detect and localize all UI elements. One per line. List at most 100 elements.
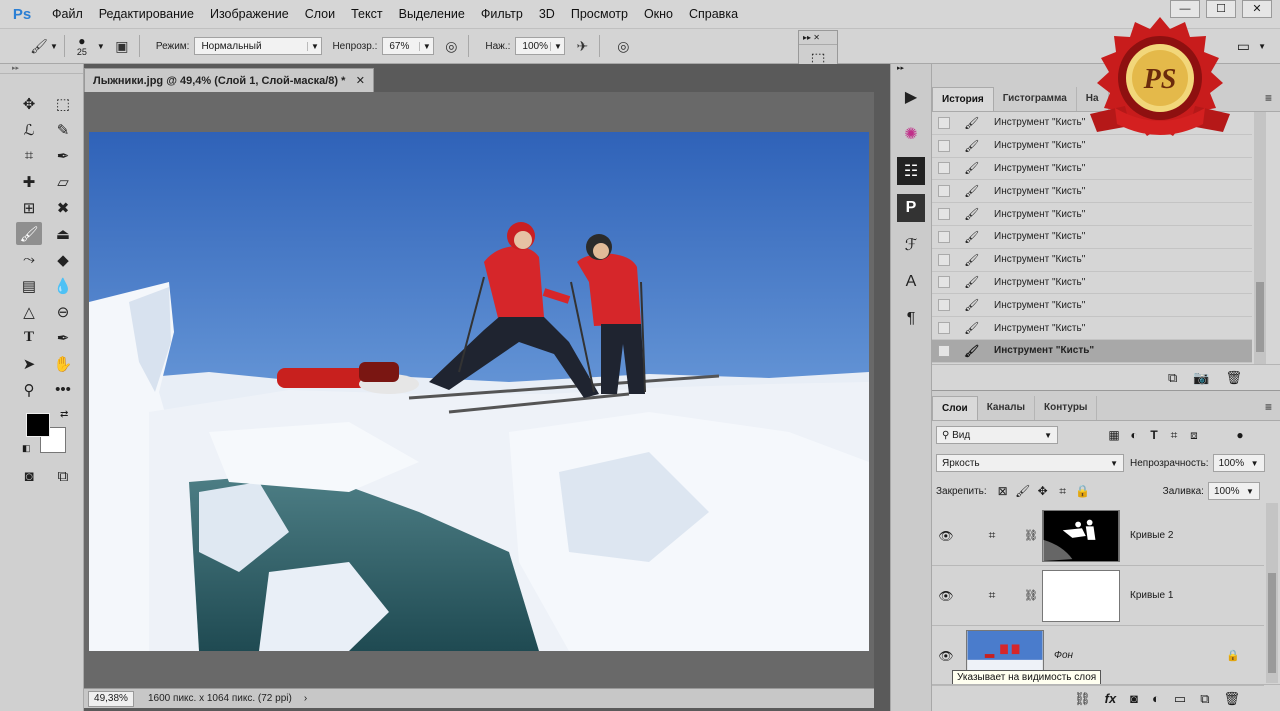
- opacity-field[interactable]: 67% ▼: [382, 37, 435, 55]
- new-adjustment-layer-icon[interactable]: ◐: [1152, 691, 1160, 706]
- brush-size-picker[interactable]: ● 25: [71, 35, 93, 57]
- history-snapshot-checkbox[interactable]: [938, 208, 950, 221]
- pressure-size-icon[interactable]: ◎: [612, 35, 634, 57]
- curves-adjustment-icon[interactable]: ⌗: [980, 588, 1004, 603]
- menu-image[interactable]: Изображение: [202, 0, 297, 28]
- gradient-tool-icon[interactable]: ▤: [16, 274, 42, 297]
- eye-visibility-icon[interactable]: 👁: [932, 649, 960, 663]
- layer-filter-select[interactable]: ⚲ Вид ▼: [936, 426, 1058, 444]
- history-brush-tool-icon[interactable]: ⤳: [16, 248, 42, 271]
- brush-panel-toggle-icon[interactable]: ▣: [111, 35, 133, 57]
- pen-tool-icon[interactable]: ✒: [50, 326, 76, 349]
- document-tab[interactable]: Лыжники.jpg @ 49,4% (Слой 1, Слой-маска/…: [84, 68, 374, 92]
- layer-row[interactable]: 👁 ⌗ ⛓ Кривые 1: [932, 566, 1264, 626]
- tab-history[interactable]: История: [932, 87, 994, 111]
- zoom-level-field[interactable]: 49,38%: [88, 690, 134, 707]
- menu-file[interactable]: Файл: [44, 0, 91, 28]
- menu-filter[interactable]: Фильтр: [473, 0, 531, 28]
- new-document-from-state-icon[interactable]: ⧉: [1168, 370, 1177, 386]
- quick-select-tool-icon[interactable]: ✎: [50, 118, 76, 141]
- lock-artboard-icon[interactable]: ⌗: [1053, 484, 1073, 499]
- play-actions-icon[interactable]: ▶: [897, 83, 925, 111]
- layers-scrollbar[interactable]: [1266, 503, 1278, 683]
- history-scrollbar[interactable]: [1254, 112, 1266, 364]
- history-step[interactable]: 🖌 Инструмент "Кисть": [932, 203, 1252, 226]
- history-snapshot-checkbox[interactable]: [938, 276, 950, 289]
- zoom-tool-icon[interactable]: ⚲: [16, 378, 42, 401]
- character-icon[interactable]: A: [897, 268, 925, 296]
- link-layers-icon[interactable]: ⛓: [1074, 691, 1091, 707]
- menu-3d[interactable]: 3D: [531, 0, 563, 28]
- marquee-tool-icon[interactable]: ⬚: [50, 92, 76, 115]
- trash-icon[interactable]: 🗑: [1225, 370, 1242, 386]
- panel-menu-icon[interactable]: ≡: [1265, 91, 1272, 105]
- camera-snapshot-icon[interactable]: 📷: [1193, 370, 1209, 386]
- layer-opacity-field[interactable]: 100% ▼: [1212, 454, 1265, 472]
- menu-window[interactable]: Окно: [636, 0, 681, 28]
- filter-smart-object-icon[interactable]: ⧈: [1184, 428, 1204, 443]
- lock-all-icon[interactable]: 🔒: [1073, 484, 1093, 498]
- sharpen-tool-icon[interactable]: △: [16, 300, 42, 323]
- layer-mask-thumbnail[interactable]: [1042, 569, 1120, 622]
- layer-row[interactable]: 👁 ⌗ ⛓ Кривые 2: [932, 506, 1264, 566]
- history-step[interactable]: 🖌 Инструмент "Кисть": [932, 249, 1252, 272]
- menu-type[interactable]: Текст: [343, 0, 390, 28]
- color-swatches[interactable]: ⇄ ◧: [22, 409, 70, 457]
- lock-position-icon[interactable]: ✥: [1033, 484, 1053, 498]
- tab-channels[interactable]: Каналы: [978, 396, 1035, 420]
- brush-tool-icon[interactable]: 🖌: [16, 222, 42, 245]
- lasso-tool-icon[interactable]: ℒ: [16, 118, 42, 141]
- history-step[interactable]: 🖌 Инструмент "Кисть": [932, 226, 1252, 249]
- lock-transparency-icon[interactable]: ⊠: [993, 484, 1013, 498]
- lock-image-icon[interactable]: 🖌: [1013, 484, 1033, 498]
- history-step[interactable]: 🖌 Инструмент "Кисть": [932, 317, 1252, 340]
- airbrush-icon[interactable]: ✈: [571, 35, 593, 57]
- panel-menu-icon[interactable]: ≡: [1265, 400, 1272, 414]
- hand-tool-icon[interactable]: ✋: [50, 352, 76, 375]
- eraser-tool-icon[interactable]: ◆: [50, 248, 76, 271]
- history-snapshot-checkbox[interactable]: [938, 344, 950, 357]
- workspace-switcher-icon[interactable]: ▭: [1237, 38, 1250, 55]
- flow-field[interactable]: 100% ▼: [515, 37, 566, 55]
- new-group-folder-icon[interactable]: ▭: [1174, 691, 1186, 707]
- history-snapshot-checkbox[interactable]: [938, 322, 950, 335]
- history-step[interactable]: 🖌 Инструмент "Кисть": [932, 272, 1252, 295]
- more-tools-icon[interactable]: •••: [50, 378, 76, 401]
- history-snapshot-checkbox[interactable]: [938, 299, 950, 312]
- panel-grip[interactable]: ▸▸: [0, 64, 83, 74]
- brush-tool-preset-icon[interactable]: 🖌: [28, 35, 50, 57]
- dodge-tool-icon[interactable]: ⊖: [50, 300, 76, 323]
- paragraph-style-icon[interactable]: P: [897, 194, 925, 222]
- filter-toggle-icon[interactable]: ●: [1230, 428, 1250, 442]
- default-colors-icon[interactable]: ◧: [22, 443, 31, 454]
- tab-paths[interactable]: Контуры: [1035, 396, 1098, 420]
- eye-visibility-icon[interactable]: 👁: [932, 589, 960, 603]
- history-snapshot-checkbox[interactable]: [938, 139, 950, 152]
- close-icon[interactable]: ✕: [356, 74, 365, 87]
- content-aware-tool-icon[interactable]: ⊞: [16, 196, 42, 219]
- menu-layers[interactable]: Слои: [297, 0, 343, 28]
- type-tool-icon[interactable]: T: [16, 326, 42, 349]
- swap-colors-icon[interactable]: ⇄: [60, 409, 68, 420]
- curves-adjustment-icon[interactable]: ⌗: [980, 528, 1004, 543]
- status-menu-arrow-icon[interactable]: ›: [304, 693, 307, 704]
- clone-stamp-tool-icon[interactable]: ⏏: [50, 222, 76, 245]
- panel-grip[interactable]: ▸▸: [891, 64, 931, 74]
- screen-mode-icon[interactable]: ⧉: [50, 465, 76, 488]
- eyedropper-tool-icon[interactable]: ✒: [50, 144, 76, 167]
- trash-icon[interactable]: 🗑: [1223, 691, 1240, 707]
- crop-tool-icon[interactable]: ⌗: [16, 144, 42, 167]
- move-tool-icon[interactable]: ✥: [16, 92, 42, 115]
- add-mask-icon[interactable]: ◙: [1130, 691, 1138, 706]
- photo-image[interactable]: [89, 132, 869, 651]
- blur-tool-icon[interactable]: 💧: [50, 274, 76, 297]
- chevron-down-icon[interactable]: ▼: [50, 42, 58, 51]
- scrollbar-thumb[interactable]: [1268, 573, 1276, 673]
- adjustments-icon[interactable]: ☷: [897, 157, 925, 185]
- history-snapshot-checkbox[interactable]: [938, 185, 950, 198]
- filter-type-icon[interactable]: T: [1144, 428, 1164, 442]
- spot-healing-tool-icon[interactable]: ✚: [16, 170, 42, 193]
- mode-select[interactable]: Нормальный ▼: [194, 37, 323, 55]
- paragraph-icon[interactable]: ¶: [897, 305, 925, 333]
- history-step[interactable]: 🖌 Инструмент "Кисть": [932, 294, 1252, 318]
